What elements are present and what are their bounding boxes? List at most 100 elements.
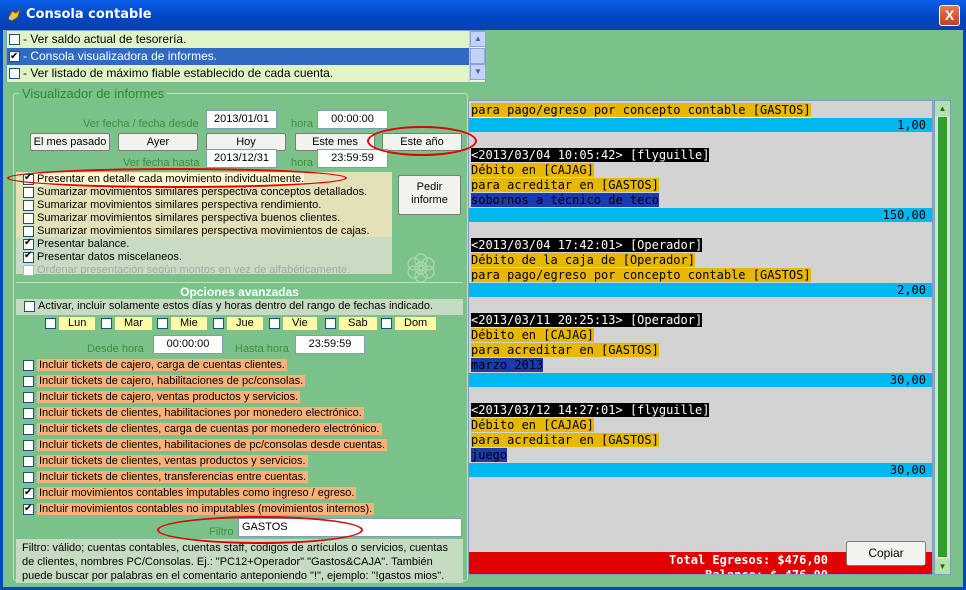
option-misc[interactable]: Presentar datos miscelaneos. [23,250,182,264]
checkbox[interactable] [325,317,336,329]
report-text: sobornos a técnico de teco [471,193,659,207]
checkbox[interactable] [23,250,34,263]
option-sum-clients[interactable]: Sumarizar movimientos similares perspect… [23,212,340,225]
to-hour-adv-input[interactable]: 23:59:59 [295,335,365,354]
option-balance[interactable]: Presentar balance. [23,237,129,251]
list-item[interactable]: - Ver listado de máximo fiable estableci… [7,65,485,82]
checkbox[interactable] [23,471,34,483]
report-text: para acreditar en [GASTOS] [471,343,659,357]
day-fri[interactable]: Vie [269,317,317,332]
checkbox[interactable] [381,317,392,329]
day-label: Mie [171,317,207,330]
checkbox[interactable] [24,300,35,312]
checkbox[interactable] [269,317,280,329]
list-scrollbar[interactable]: ▲ ▼ [469,31,486,81]
ticket-option[interactable]: Incluir movimientos contables imputables… [23,486,357,501]
ticket-option[interactable]: Incluir movimientos contables no imputab… [23,502,375,517]
checkbox[interactable] [23,237,34,250]
day-mon[interactable]: Lun [45,317,96,332]
checkbox[interactable] [23,359,34,371]
report-line: Débito en [CAJAG] [471,163,594,178]
option-sum-cashboxes[interactable]: Sumarizar movimientos similares perspect… [23,225,370,238]
to-hour-label: hora [291,157,314,169]
report-scrollbar[interactable]: ▲ ▼ [934,100,951,575]
checkbox[interactable] [101,317,112,329]
filter-input[interactable]: GASTOS [238,518,462,537]
ticket-option[interactable]: Incluir tickets de clientes, transferenc… [23,470,309,485]
day-thu[interactable]: Jue [213,317,263,332]
list-item[interactable]: - Consola visualizadora de informes. [7,48,485,65]
ticket-option[interactable]: Incluir tickets de clientes, habilitacio… [23,438,388,453]
option-label: Sumarizar movimientos similares perspect… [37,199,322,211]
from-hour-adv-input[interactable]: 00:00:00 [153,335,223,354]
day-label: Dom [395,317,437,330]
advanced-options-heading: Opciones avanzadas [180,285,299,299]
option-sum-performance[interactable]: Sumarizar movimientos similares perspect… [23,199,321,212]
to-time-input[interactable]: 23:59:59 [317,149,388,168]
to-date-input[interactable]: 2013/12/31 [206,149,277,168]
window-body: - Ver saldo actual de tesorería. - Conso… [0,30,966,590]
day-tue[interactable]: Mar [101,317,152,332]
checkbox[interactable] [23,423,34,435]
yesterday-button[interactable]: Ayer [118,133,198,151]
checkbox[interactable] [23,391,34,403]
copy-button[interactable]: Copiar [846,541,926,566]
report-text: <2013/03/12 14:27:01> [flyguille] [471,403,710,417]
ticket-option[interactable]: Incluir tickets de clientes, habilitacio… [23,406,364,421]
report-output[interactable]: para pago/egreso por concepto contable [… [468,100,933,575]
day-wed[interactable]: Mie [157,317,207,332]
list-item[interactable]: - Ver saldo actual de tesorería. [7,31,485,48]
report-line: Débito en [CAJAG] [471,418,594,433]
ticket-option[interactable]: Incluir tickets de clientes, ventas prod… [23,454,308,469]
scroll-thumb[interactable] [938,117,947,557]
day-sat[interactable]: Sab [325,317,377,332]
scroll-down-icon[interactable]: ▼ [470,64,486,80]
checkbox[interactable] [23,439,34,451]
checkbox[interactable] [23,455,34,467]
checkbox[interactable] [213,317,224,329]
option-sum-concepts[interactable]: Sumarizar movimientos similares perspect… [23,186,367,199]
from-time-input[interactable]: 00:00:00 [317,110,388,129]
console-selector-list[interactable]: - Ver saldo actual de tesorería. - Conso… [6,30,486,82]
report-line: <2013/03/04 10:05:42> [flyguille] [471,148,710,163]
report-line: para acreditar en [GASTOS] [471,433,659,448]
checkbox[interactable] [9,68,20,80]
checkbox[interactable] [23,486,34,500]
checkbox[interactable] [23,212,34,224]
ticket-label: Incluir tickets de clientes, transferenc… [37,471,309,483]
checkbox[interactable] [157,317,168,329]
last-month-button[interactable]: El mes pasado [30,133,110,151]
scroll-down-icon[interactable]: ▼ [935,559,950,574]
checkbox[interactable] [23,407,34,419]
group-label: Visualizador de informes [19,86,168,101]
ticket-option[interactable]: Incluir tickets de cajero, ventas produc… [23,390,301,405]
scroll-up-icon[interactable]: ▲ [470,31,486,47]
report-line: <2013/03/12 14:27:01> [flyguille] [471,403,710,418]
this-year-button[interactable]: Este año [382,133,462,151]
ticket-option[interactable]: Incluir tickets de cajero, carga de cuen… [23,358,287,373]
report-text: Débito en [CAJAG] [471,163,594,177]
checkbox[interactable] [23,186,34,198]
to-hour-adv-label: Hasta hora [235,343,289,355]
ticket-label: Incluir tickets de clientes, habilitacio… [37,439,388,451]
option-detail[interactable]: Presentar en detalle cada movimiento ind… [23,172,305,186]
checkbox[interactable] [23,199,34,211]
request-report-button[interactable]: Pedir informe [398,175,461,215]
from-date-input[interactable]: 2013/01/01 [206,110,277,129]
ticket-label: Incluir tickets de clientes, ventas prod… [37,455,308,467]
checkbox[interactable] [23,225,34,237]
ticket-option[interactable]: Incluir tickets de clientes, carga de cu… [23,422,382,437]
checkbox[interactable] [45,317,56,329]
total-egresos: Total Egresos: $476,00 [669,553,828,567]
checkbox[interactable] [23,502,34,516]
ticket-option[interactable]: Incluir tickets de cajero, habilitacione… [23,374,306,389]
checkbox[interactable] [9,49,20,65]
checkbox[interactable] [23,172,34,185]
checkbox[interactable] [23,375,34,387]
day-sun[interactable]: Dom [381,317,437,332]
activate-day-filter[interactable]: Activar, incluir solamente estos días y … [16,299,463,315]
checkbox[interactable] [9,34,20,46]
close-button[interactable]: X [939,5,960,26]
scroll-up-icon[interactable]: ▲ [935,101,950,116]
scroll-thumb[interactable] [470,48,485,64]
